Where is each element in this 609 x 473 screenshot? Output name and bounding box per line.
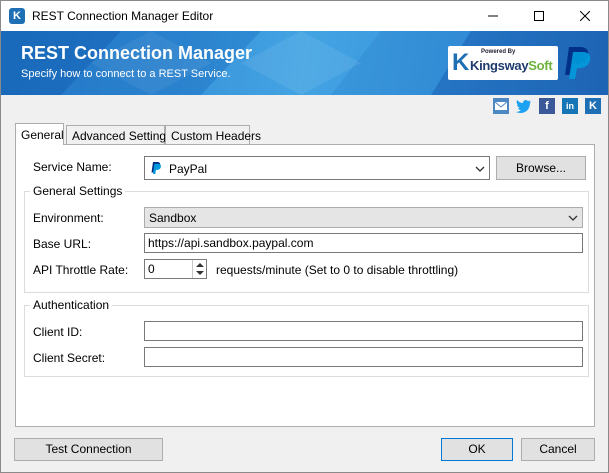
paypal-icon	[151, 162, 161, 174]
general-settings-title: General Settings	[30, 184, 126, 198]
header-banner: REST Connection Manager Specify how to c…	[1, 31, 608, 95]
service-name-label: Service Name:	[33, 160, 112, 174]
ok-button[interactable]: OK	[441, 438, 513, 461]
title-bar: K REST Connection Manager Editor	[1, 1, 608, 31]
arrow-down-icon[interactable]	[196, 271, 204, 275]
service-name-select[interactable]: PayPal	[144, 156, 490, 180]
banner-title: REST Connection Manager	[21, 43, 253, 63]
service-name-value: PayPal	[169, 162, 208, 176]
cancel-button[interactable]: Cancel	[521, 438, 595, 461]
kingswaysoft-icon[interactable]: K	[585, 98, 601, 114]
dialog-window: K REST Connection Manager Editor REST Co…	[0, 0, 609, 473]
tab-custom-headers[interactable]: Custom Headers	[165, 125, 261, 145]
client-secret-input[interactable]	[144, 347, 583, 367]
stepper-arrows[interactable]	[192, 260, 206, 278]
minimize-icon	[488, 15, 498, 17]
minimize-button[interactable]	[470, 1, 516, 31]
logo-wordmark: KingswaySoft	[470, 58, 553, 73]
base-url-input[interactable]: https://api.sandbox.paypal.com	[144, 233, 583, 253]
kingswaysoft-app-icon: K	[9, 8, 25, 24]
environment-select[interactable]: Sandbox	[144, 207, 583, 228]
throttle-rate-stepper[interactable]: 0	[144, 259, 207, 279]
client-id-label: Client ID:	[33, 325, 83, 339]
maximize-button[interactable]	[516, 1, 562, 31]
maximize-icon	[534, 11, 544, 21]
client-secret-label: Client Secret:	[33, 351, 106, 365]
twitter-icon[interactable]	[516, 98, 532, 114]
close-button[interactable]	[562, 1, 608, 31]
chevron-down-icon	[475, 166, 485, 172]
linkedin-icon[interactable]: in	[562, 98, 578, 114]
tab-general[interactable]: General	[15, 123, 64, 145]
environment-label: Environment:	[33, 211, 104, 225]
logo-powered-by: Powered By	[481, 49, 516, 55]
base-url-label: Base URL:	[33, 237, 92, 251]
throttle-rate-value: 0	[148, 262, 155, 276]
email-icon[interactable]	[493, 98, 509, 114]
base-url-value: https://api.sandbox.paypal.com	[148, 236, 314, 250]
throttle-hint: requests/minute (Set to 0 to disable thr…	[216, 263, 459, 277]
banner-subtitle: Specify how to connect to a REST Service…	[21, 68, 231, 80]
facebook-icon[interactable]: f	[539, 98, 555, 114]
window-title: REST Connection Manager Editor	[32, 9, 214, 23]
tab-advanced-settings[interactable]: Advanced Settings	[66, 125, 172, 145]
browse-button[interactable]: Browse...	[496, 156, 586, 180]
throttle-label: API Throttle Rate:	[33, 263, 129, 277]
chevron-down-icon	[568, 215, 578, 221]
close-icon	[580, 11, 590, 21]
arrow-up-icon[interactable]	[196, 263, 204, 267]
kingswaysoft-logo: Powered By K KingswaySoft	[448, 46, 558, 80]
logo-k: K	[452, 49, 470, 76]
test-connection-button[interactable]: Test Connection	[14, 438, 163, 461]
environment-value: Sandbox	[149, 211, 197, 225]
general-tab-panel: Service Name: PayPal Browse... General S…	[15, 144, 595, 427]
client-id-input[interactable]	[144, 321, 583, 341]
paypal-logo	[565, 47, 591, 79]
authentication-title: Authentication	[30, 298, 113, 312]
